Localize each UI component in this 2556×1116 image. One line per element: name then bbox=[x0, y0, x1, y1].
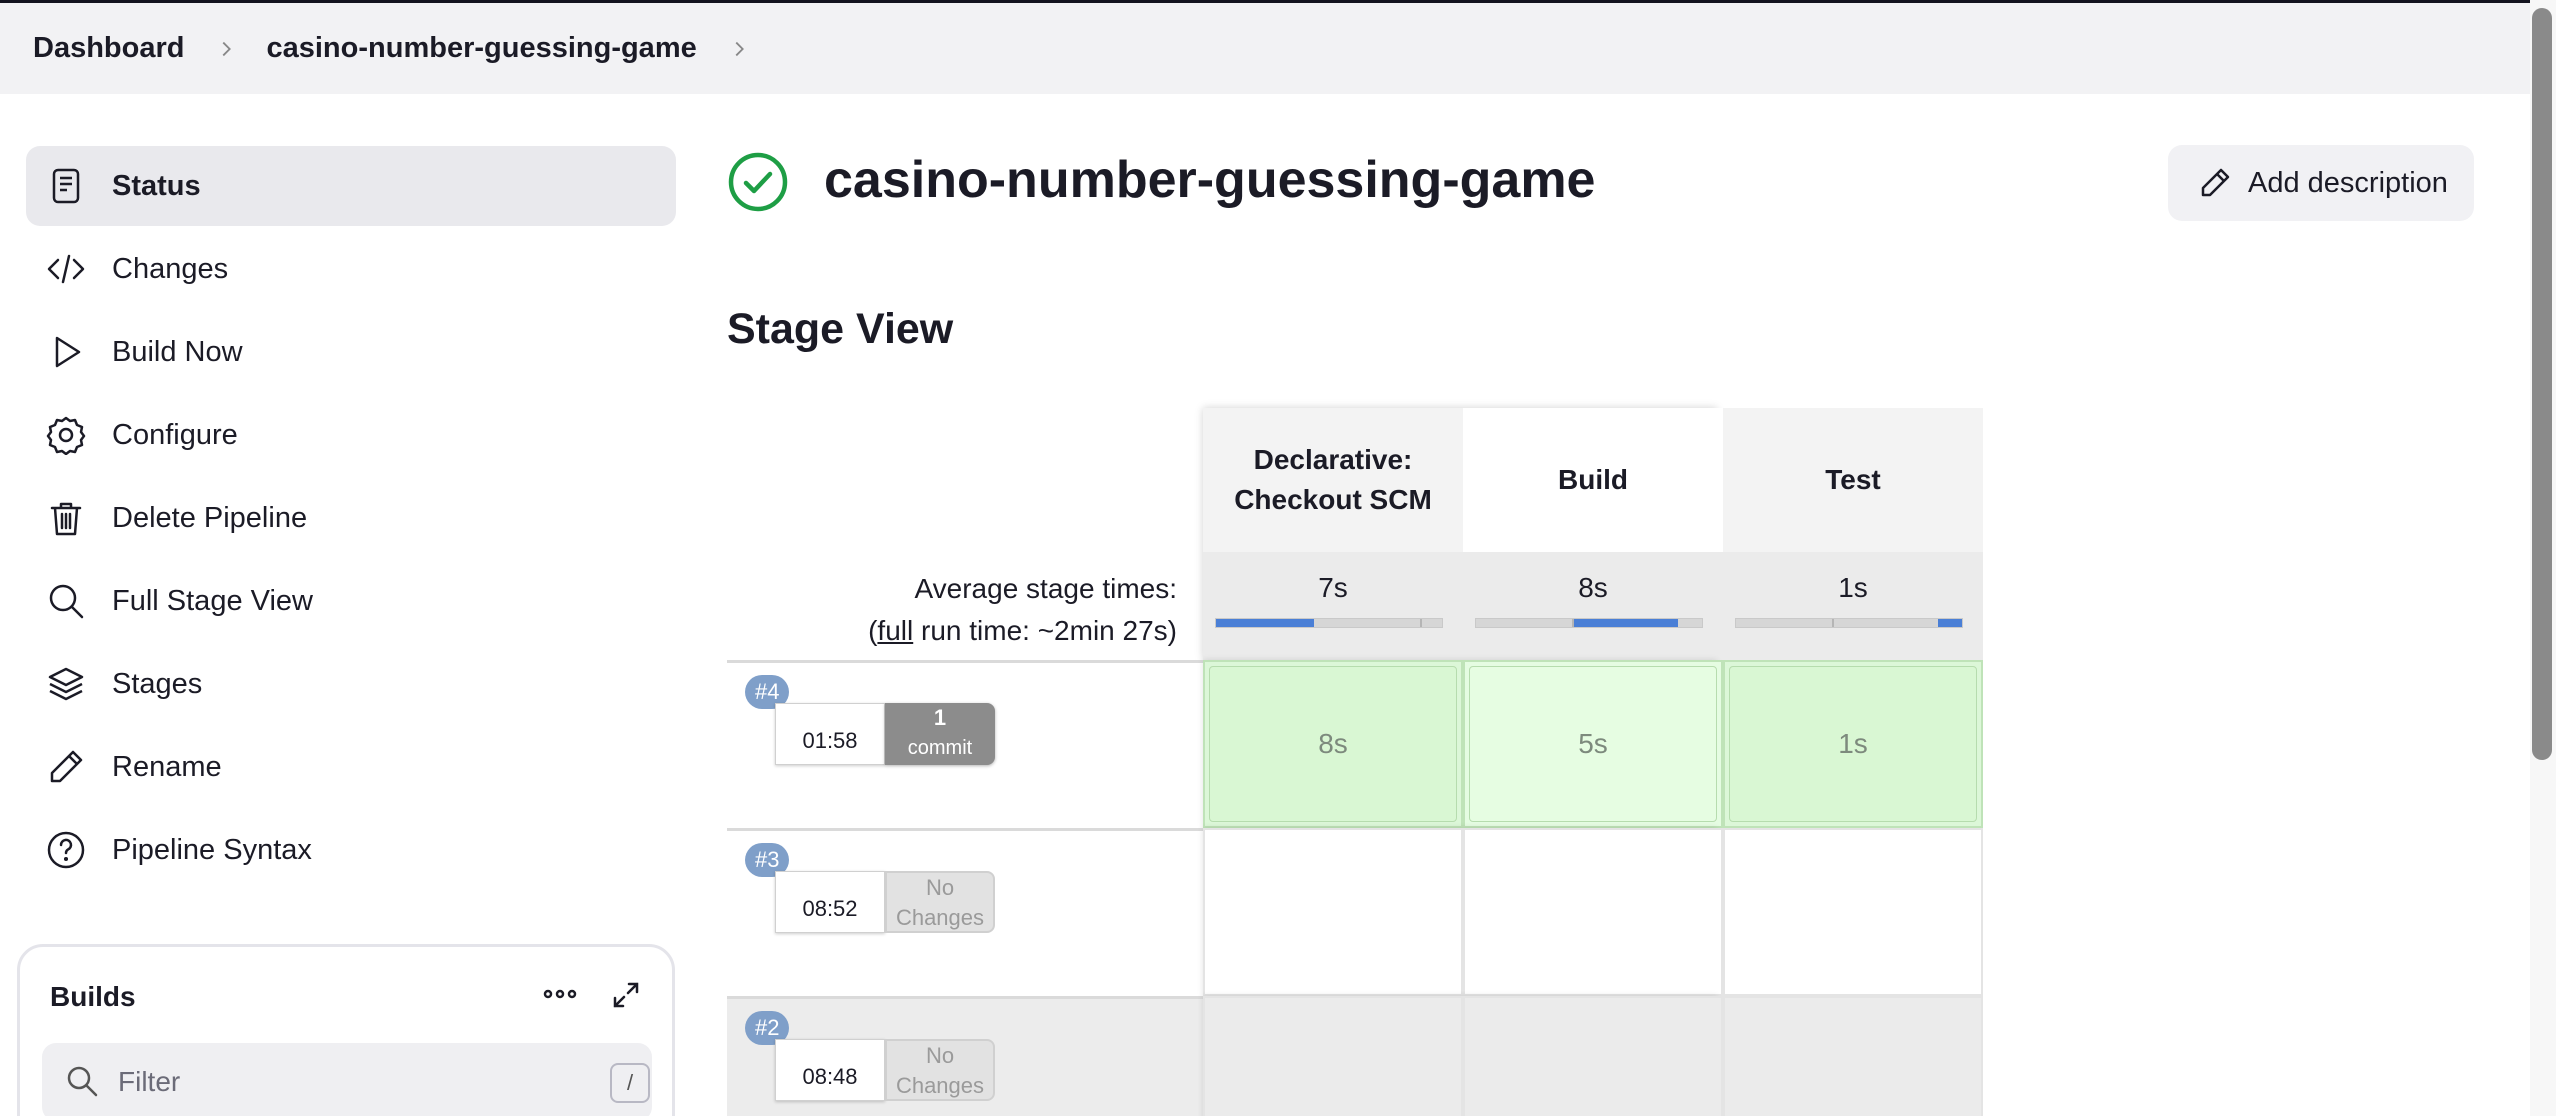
stage-cell[interactable]: 1s bbox=[1723, 660, 1983, 828]
help-icon bbox=[46, 830, 86, 870]
sidebar-item-label: Delete Pipeline bbox=[112, 501, 308, 534]
add-description-button[interactable]: Add description bbox=[2168, 145, 2474, 221]
play-icon bbox=[46, 332, 86, 372]
layers-icon bbox=[46, 664, 86, 704]
progress-fill bbox=[1216, 619, 1314, 627]
gear-icon bbox=[46, 415, 86, 455]
average-stage-times-text: Average stage times: bbox=[914, 573, 1177, 604]
sidebar-item-rename[interactable]: Rename bbox=[26, 727, 676, 807]
run-row: #2 08:48 No Changes bbox=[727, 996, 1203, 1116]
sidebar-item-label: Status bbox=[112, 169, 201, 202]
page-scrollbar-thumb[interactable] bbox=[2532, 8, 2552, 760]
sidebar-item-full-stage-view[interactable]: Full Stage View bbox=[26, 561, 676, 641]
stage-average-progress-bar bbox=[1215, 618, 1443, 628]
stage-average-time: 7s bbox=[1318, 572, 1348, 603]
progress-fill bbox=[1574, 619, 1678, 627]
builds-filter-input[interactable] bbox=[118, 1043, 538, 1116]
builds-panel: Builds / bbox=[17, 944, 675, 1116]
filter-shortcut-key: / bbox=[610, 1063, 650, 1103]
stage-average-time: 1s bbox=[1838, 572, 1868, 603]
stage-cell[interactable] bbox=[1203, 828, 1463, 996]
run-row: #4 01:58 1 commit bbox=[727, 660, 1203, 828]
stage-header-build: Build bbox=[1463, 408, 1723, 552]
sidebar-item-pipeline-syntax[interactable]: Pipeline Syntax bbox=[26, 810, 676, 890]
builds-title: Builds bbox=[50, 981, 136, 1012]
sidebar-item-label: Pipeline Syntax bbox=[112, 833, 312, 866]
progress-fill bbox=[1938, 619, 1962, 627]
sidebar-item-label: Stages bbox=[112, 667, 203, 700]
stage-cell[interactable] bbox=[1203, 996, 1463, 1116]
sidebar-item-label: Build Now bbox=[112, 335, 243, 368]
breadcrumb-dashboard-link[interactable]: Dashboard bbox=[33, 32, 184, 65]
full-run-time-link[interactable]: full bbox=[877, 615, 913, 646]
stage-average-progress-bar bbox=[1735, 618, 1963, 628]
run-time: 08:52 bbox=[775, 871, 885, 933]
run-stage-cells: 8s 5s 1s bbox=[1203, 660, 1983, 828]
stage-average-test: 1s bbox=[1723, 552, 1983, 660]
stage-duration: 8s bbox=[1209, 666, 1457, 822]
sidebar-item-build-now[interactable]: Build Now bbox=[26, 312, 676, 392]
trash-icon bbox=[46, 498, 86, 538]
success-status-icon bbox=[727, 151, 789, 213]
stage-average-build: 8s bbox=[1463, 552, 1723, 660]
stage-cell[interactable] bbox=[1723, 996, 1983, 1116]
progress-tick bbox=[1832, 619, 1834, 627]
commit-label: commit bbox=[907, 737, 973, 759]
run-changes-button[interactable]: No Changes bbox=[885, 1039, 995, 1101]
run-time: 08:48 bbox=[775, 1039, 885, 1101]
stage-header-checkout: Declarative: Checkout SCM bbox=[1203, 408, 1463, 552]
run-time: 01:58 bbox=[775, 703, 885, 765]
stage-average-progress-bar bbox=[1475, 618, 1703, 628]
run-row: #3 08:52 No Changes bbox=[727, 828, 1203, 996]
expand-icon[interactable] bbox=[610, 979, 642, 1011]
run-stage-cells bbox=[1203, 828, 1983, 996]
more-options-icon[interactable] bbox=[540, 979, 580, 1009]
sidebar-item-delete-pipeline[interactable]: Delete Pipeline bbox=[26, 478, 676, 558]
stage-header-group: Declarative: Checkout SCM Build Test 7s … bbox=[1203, 408, 1983, 660]
stage-cell[interactable] bbox=[1463, 828, 1723, 996]
stage-header-test: Test bbox=[1723, 408, 1983, 552]
pencil-icon bbox=[2198, 166, 2232, 200]
stage-cell[interactable] bbox=[1463, 996, 1723, 1116]
sidebar: Status Changes Build Now Configure Delet… bbox=[26, 146, 676, 893]
stage-cell[interactable]: 5s bbox=[1463, 660, 1723, 828]
builds-filter[interactable]: / bbox=[42, 1043, 652, 1116]
sidebar-item-changes[interactable]: Changes bbox=[26, 229, 676, 309]
sidebar-item-stages[interactable]: Stages bbox=[26, 644, 676, 724]
full-run-time-text: run time: ~2min 27s) bbox=[913, 615, 1177, 646]
stage-duration: 5s bbox=[1469, 666, 1717, 822]
stage-duration: 1s bbox=[1729, 666, 1977, 822]
breadcrumb: Dashboard casino-number-guessing-game bbox=[0, 0, 2530, 94]
search-icon bbox=[46, 581, 86, 621]
sidebar-item-label: Changes bbox=[112, 252, 229, 285]
commit-count: 1 bbox=[933, 705, 947, 730]
search-icon bbox=[64, 1063, 100, 1099]
add-description-label: Add description bbox=[2248, 166, 2448, 199]
stage-average-time: 8s bbox=[1578, 572, 1608, 603]
progress-tick bbox=[1420, 619, 1422, 627]
sidebar-item-label: Configure bbox=[112, 418, 238, 451]
page-title: casino-number-guessing-game bbox=[824, 151, 1596, 209]
run-changes-button[interactable]: 1 commit bbox=[885, 703, 995, 765]
document-icon bbox=[46, 166, 86, 206]
run-stage-cells bbox=[1203, 996, 1983, 1116]
sidebar-item-configure[interactable]: Configure bbox=[26, 395, 676, 475]
run-changes-button[interactable]: No Changes bbox=[885, 871, 995, 933]
pencil-icon bbox=[46, 747, 86, 787]
sidebar-item-label: Rename bbox=[112, 750, 222, 783]
chevron-right-icon[interactable] bbox=[212, 35, 240, 63]
chevron-right-icon[interactable] bbox=[725, 35, 753, 63]
full-run-time: (full run time: ~2min 27s) bbox=[727, 610, 1177, 652]
stage-cell[interactable]: 8s bbox=[1203, 660, 1463, 828]
stage-view-title: Stage View bbox=[727, 305, 954, 353]
average-stage-times-label: Average stage times: (full run time: ~2m… bbox=[727, 568, 1177, 652]
breadcrumb-job-link[interactable]: casino-number-guessing-game bbox=[266, 32, 696, 65]
stage-average-checkout: 7s bbox=[1203, 552, 1463, 660]
sidebar-item-label: Full Stage View bbox=[112, 584, 313, 617]
stage-cell[interactable] bbox=[1723, 828, 1983, 996]
code-icon bbox=[46, 249, 86, 289]
sidebar-item-status[interactable]: Status bbox=[26, 146, 676, 226]
